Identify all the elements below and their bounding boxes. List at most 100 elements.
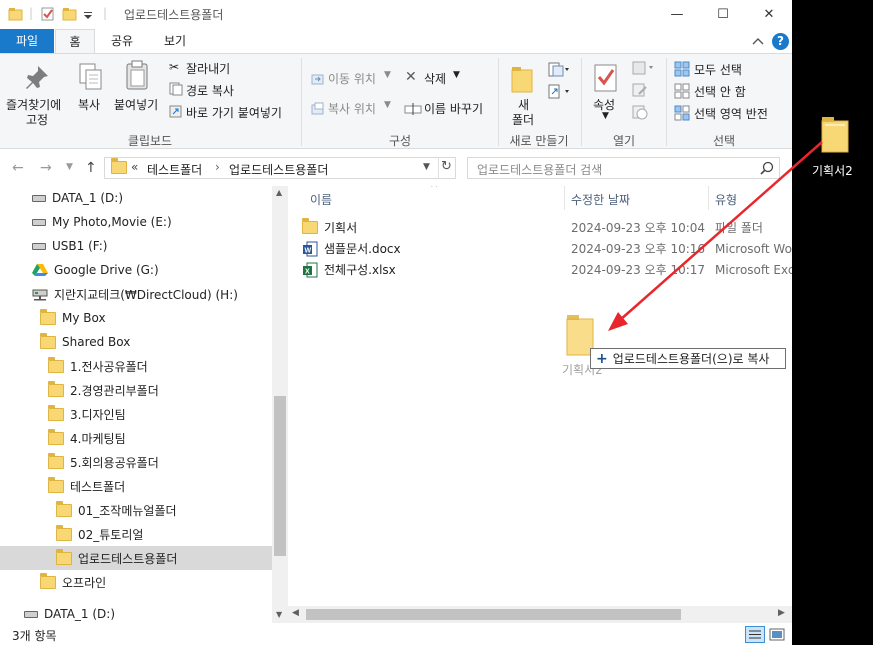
move-to-dropdown-icon[interactable]: ▼	[384, 70, 391, 80]
tab-share[interactable]: 공유	[100, 29, 144, 54]
address-bar[interactable]: « 테스트폴더 › 업로드테스트용폴더 ▼ ↻	[104, 157, 456, 179]
new-folder-label-2[interactable]: 폴더	[512, 111, 534, 128]
breadcrumb-item[interactable]: 업로드테스트용폴더	[229, 161, 328, 178]
customize-toolbar-icon[interactable]	[83, 6, 93, 22]
edit-icon[interactable]	[631, 82, 649, 98]
tab-home[interactable]: 홈	[55, 29, 95, 54]
nav-item[interactable]: 지란지교테크(₩DirectCloud) (H:)	[0, 282, 272, 306]
nav-item-label: 5.회의용공유폴더	[70, 455, 159, 470]
nav-item-label: 02_튜토리얼	[78, 527, 144, 542]
column-header-modified[interactable]: 수정한 날짜	[571, 191, 630, 208]
rename-button[interactable]: 이름 바꾸기	[424, 100, 483, 117]
invert-selection-button[interactable]: 선택 영역 반전	[694, 105, 768, 122]
scroll-down-icon[interactable]: ▼	[276, 610, 282, 619]
ribbon-collapse-icon[interactable]	[752, 36, 764, 46]
help-icon[interactable]: ?	[772, 33, 789, 50]
properties-check-icon[interactable]	[40, 6, 56, 22]
nav-item[interactable]: 1.전사공유폴더	[0, 354, 272, 378]
folder-icon	[40, 572, 56, 589]
file-row[interactable]: W 샘플문서.docx 2024-09-23 오후 10:16 Microsoft W…	[302, 238, 792, 259]
file-name: 기획서	[324, 221, 358, 235]
maximize-button[interactable]: ☐	[700, 0, 746, 29]
nav-scroll-thumb[interactable]	[274, 396, 286, 556]
nav-item[interactable]: 테스트폴더	[0, 474, 272, 498]
column-divider[interactable]	[708, 186, 709, 210]
up-arrow-icon[interactable]: ↑	[85, 160, 97, 176]
refresh-icon[interactable]: ↻	[441, 159, 452, 174]
tab-file[interactable]: 파일	[0, 29, 54, 54]
easy-access-icon[interactable]	[547, 83, 569, 101]
nav-item[interactable]: 2.경영관리부폴더	[0, 378, 272, 402]
breadcrumb-item[interactable]: 테스트폴더	[147, 161, 202, 178]
tab-view[interactable]: 보기	[152, 29, 198, 54]
history-icon[interactable]	[631, 104, 649, 120]
nav-item-label: Google Drive (G:)	[54, 263, 159, 277]
search-input[interactable]: 업로드테스트용폴더 검색	[477, 161, 602, 178]
desktop-folder-label[interactable]: 기획서2	[812, 162, 853, 179]
details-view-icon[interactable]	[745, 626, 765, 643]
new-item-icon[interactable]	[547, 61, 569, 79]
nav-item[interactable]: DATA_1 (D:)	[0, 602, 272, 623]
column-header-name[interactable]: 이름	[310, 191, 332, 208]
delete-button[interactable]: 삭제	[424, 70, 446, 87]
properties-dropdown-icon[interactable]: ▼	[602, 111, 609, 121]
file-list[interactable]: ^ 이름 수정한 날짜 유형 기획서 2024-09-23 오후 10:04 파일 …	[288, 186, 792, 606]
large-icons-view-icon[interactable]	[768, 626, 786, 643]
copy-path-button[interactable]: 경로 복사	[186, 82, 234, 99]
scroll-left-icon[interactable]: ◀	[292, 608, 299, 618]
content-scroll-thumb[interactable]	[306, 609, 681, 620]
folder-icon	[40, 308, 56, 325]
nav-item[interactable]: 업로드테스트용폴더	[0, 546, 272, 570]
nav-item[interactable]: 오프라인	[0, 570, 272, 594]
address-dropdown-icon[interactable]: ▼	[423, 162, 430, 172]
recent-locations-icon[interactable]: ▼	[66, 162, 73, 172]
nav-item[interactable]: 01_조작메뉴얼폴더	[0, 498, 272, 522]
search-icon[interactable]	[760, 161, 774, 175]
column-divider[interactable]	[564, 186, 565, 210]
nav-item[interactable]: 02_튜토리얼	[0, 522, 272, 546]
nav-item[interactable]: USB1 (F:)	[0, 234, 272, 258]
copy-to-dropdown-icon[interactable]: ▼	[384, 100, 391, 110]
copy-button[interactable]: 복사	[78, 96, 100, 113]
select-none-button[interactable]: 선택 안 함	[694, 83, 746, 100]
nav-item[interactable]: My Photo,Movie (E:)	[0, 210, 272, 234]
nav-item[interactable]: My Box	[0, 306, 272, 330]
nav-item[interactable]: DATA_1 (D:)	[0, 186, 272, 210]
search-box[interactable]: 업로드테스트용폴더 검색	[467, 157, 780, 179]
pin-to-quick-access-label-2[interactable]: 고정	[26, 111, 48, 128]
breadcrumb-separator[interactable]: ›	[215, 160, 220, 174]
nav-vertical-scrollbar[interactable]: ▲ ▼	[272, 186, 288, 623]
nav-item[interactable]: 3.디자인팀	[0, 402, 272, 426]
content-horizontal-scrollbar[interactable]: ◀ ▶	[288, 606, 792, 623]
copy-to-button[interactable]: 복사 위치	[328, 100, 376, 117]
paste-shortcut-button[interactable]: 바로 가기 붙여넣기	[186, 104, 282, 121]
desktop-folder-icon[interactable]	[821, 114, 851, 154]
close-button[interactable]: ✕	[746, 0, 792, 29]
scroll-up-icon[interactable]: ▲	[276, 188, 282, 197]
paste-button[interactable]: 붙여넣기	[114, 96, 158, 113]
back-arrow-icon[interactable]: ←	[12, 160, 24, 176]
titlebar-divider: |	[103, 6, 108, 20]
new-folder-icon[interactable]	[62, 6, 78, 22]
scroll-right-icon[interactable]: ▶	[778, 608, 785, 618]
nav-item[interactable]: Shared Box	[0, 330, 272, 354]
delete-dropdown-icon[interactable]: ▼	[453, 70, 460, 80]
breadcrumb-overflow[interactable]: «	[131, 160, 138, 174]
select-all-button[interactable]: 모두 선택	[694, 61, 742, 78]
nav-item[interactable]: Google Drive (G:)	[0, 258, 272, 282]
file-row[interactable]: 기획서 2024-09-23 오후 10:04 파일 폴더	[302, 217, 792, 238]
cut-button[interactable]: 잘라내기	[186, 60, 230, 77]
navigation-pane[interactable]: DATA_1 (D:) My Photo,Movie (E:) USB1 (F:) G…	[0, 186, 288, 623]
forward-arrow-icon[interactable]: →	[40, 160, 52, 176]
minimize-button[interactable]: —	[654, 0, 700, 29]
nav-item[interactable]: 5.회의용공유폴더	[0, 450, 272, 474]
titlebar-divider: |	[29, 6, 34, 20]
file-modified: 2024-09-23 오후 10:16	[571, 242, 706, 256]
open-icon[interactable]	[631, 60, 655, 76]
file-row[interactable]: X 전체구성.xlsx 2024-09-23 오후 10:17 Microsoft E…	[302, 259, 792, 280]
properties-icon	[594, 64, 617, 92]
move-to-button[interactable]: 이동 위치	[328, 70, 376, 87]
google-drive-icon	[32, 263, 48, 277]
column-header-type[interactable]: 유형	[715, 191, 737, 208]
nav-item[interactable]: 4.마케팅팀	[0, 426, 272, 450]
